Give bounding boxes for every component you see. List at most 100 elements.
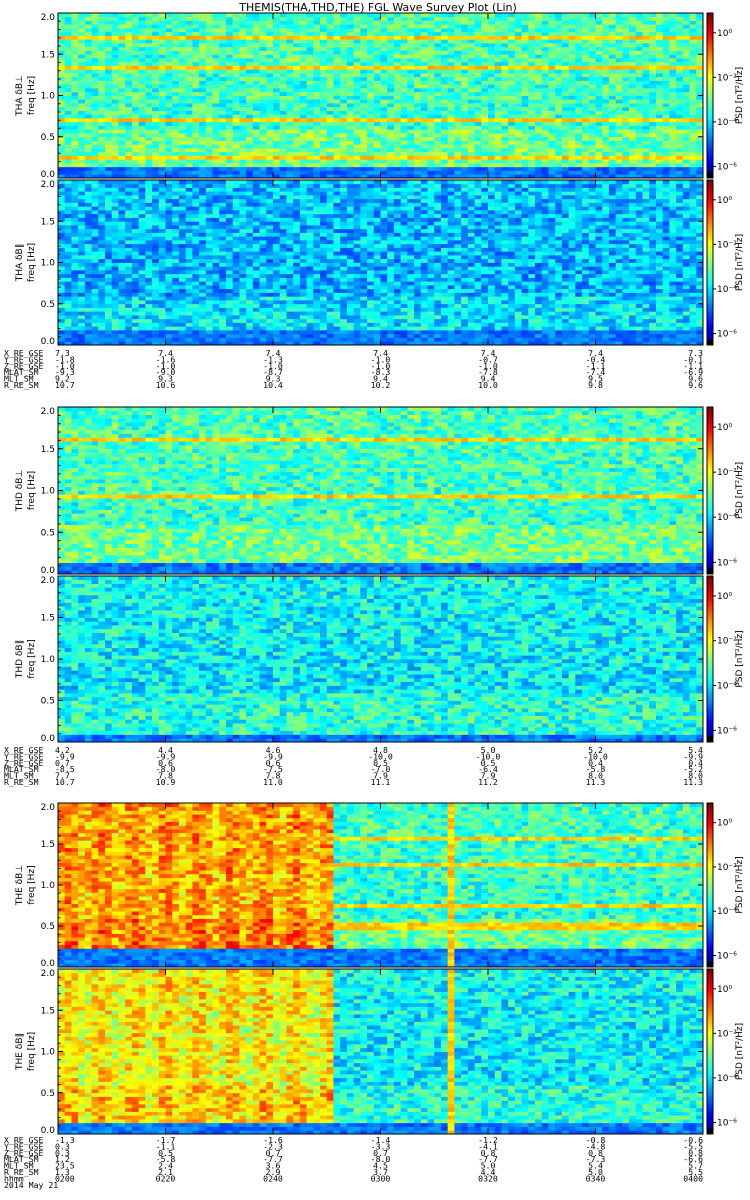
psd-cell [185, 106, 193, 111]
psd-cell [340, 13, 348, 18]
psd-cell [138, 13, 146, 18]
psd-cell [373, 163, 381, 168]
psd-cell [340, 91, 348, 96]
psd-cell [561, 58, 570, 63]
psd-cell [508, 129, 516, 134]
psd-cell [71, 170, 79, 175]
psd-cell [387, 54, 395, 59]
psd-cell [642, 73, 650, 78]
psd-cell [138, 118, 146, 123]
psd-cell [320, 103, 328, 108]
psd-cell [71, 191, 79, 196]
psd-cell [58, 236, 66, 241]
psd-cell [582, 129, 590, 134]
psd-cell [252, 69, 260, 74]
psd-cell [145, 273, 153, 278]
psd-cell [528, 99, 536, 104]
psd-cell [105, 232, 113, 237]
psd-cell [575, 148, 583, 153]
psd-cell [407, 155, 415, 160]
psd-cell [125, 255, 133, 260]
psd-cell [178, 69, 187, 74]
psd-cell [622, 114, 630, 119]
psd-cell [420, 95, 428, 100]
psd-cell [488, 148, 496, 153]
psd-cell [84, 144, 92, 149]
psd-cell [212, 54, 220, 59]
psd-cell [662, 163, 670, 168]
psd-cell [535, 110, 543, 115]
psd-cell [279, 129, 287, 134]
psd-cell [185, 88, 193, 93]
psd-cell [635, 121, 643, 126]
psd-cell [346, 155, 355, 160]
psd-cell [158, 166, 166, 171]
psd-cell [172, 43, 180, 48]
psd-cell [373, 148, 381, 153]
psd-cell [131, 95, 140, 100]
psd-cell [239, 144, 247, 149]
psd-cell [138, 183, 146, 188]
psd-cell [649, 58, 657, 63]
psd-cell [313, 65, 321, 70]
psd-cell [461, 163, 469, 168]
psd-cell [494, 144, 502, 149]
psd-cell [145, 163, 153, 168]
psd-cell [212, 148, 220, 153]
psd-cell [575, 129, 583, 134]
psd-cell [84, 16, 92, 21]
psd-cell [152, 16, 160, 21]
psd-cell [152, 95, 160, 100]
psd-cell [131, 198, 140, 203]
psd-cell [595, 13, 603, 18]
psd-cell [387, 159, 395, 164]
psd-cell [165, 159, 173, 164]
psd-cell [118, 198, 126, 203]
psd-cell [98, 118, 106, 123]
psd-cell [346, 159, 355, 164]
psd-cell [360, 99, 368, 104]
psd-cell [555, 16, 563, 21]
psd-cell [622, 69, 630, 74]
psd-cell [266, 140, 274, 145]
psd-cell [373, 31, 381, 36]
psd-cell [259, 69, 267, 74]
psd-cell [602, 76, 610, 81]
psd-cell [501, 163, 509, 168]
psd-cell [561, 88, 570, 93]
psd-cell [662, 125, 670, 130]
psd-cell [279, 35, 287, 40]
psd-cell [400, 114, 408, 119]
psd-cell [454, 31, 462, 36]
psd-cell [407, 46, 415, 51]
psd-cell [152, 285, 160, 290]
psd-cell [561, 91, 570, 96]
psd-cell [440, 136, 449, 141]
psd-cell [313, 125, 321, 130]
psd-cell [172, 155, 180, 160]
psd-cell [655, 46, 664, 51]
psd-cell [91, 121, 99, 126]
psd-cell [118, 99, 126, 104]
psd-cell [111, 258, 119, 263]
psd-cell [64, 303, 72, 308]
psd-cell [239, 35, 247, 40]
psd-cell [501, 91, 509, 96]
psd-cell [340, 155, 348, 160]
psd-cell [615, 151, 623, 156]
psd-cell [152, 322, 160, 327]
psd-cell [669, 88, 677, 93]
psd-cell [279, 84, 287, 89]
psd-cell [246, 151, 254, 156]
psd-cell [78, 180, 86, 185]
psd-cell [326, 46, 334, 51]
psd-cell [622, 43, 630, 48]
psd-cell [286, 155, 294, 160]
psd-cell [494, 91, 502, 96]
psd-cell [508, 65, 516, 70]
psd-cell [259, 106, 267, 111]
psd-cell [380, 148, 388, 153]
psd-cell [501, 31, 509, 36]
psd-cell [111, 144, 119, 149]
psd-cell [131, 136, 140, 141]
